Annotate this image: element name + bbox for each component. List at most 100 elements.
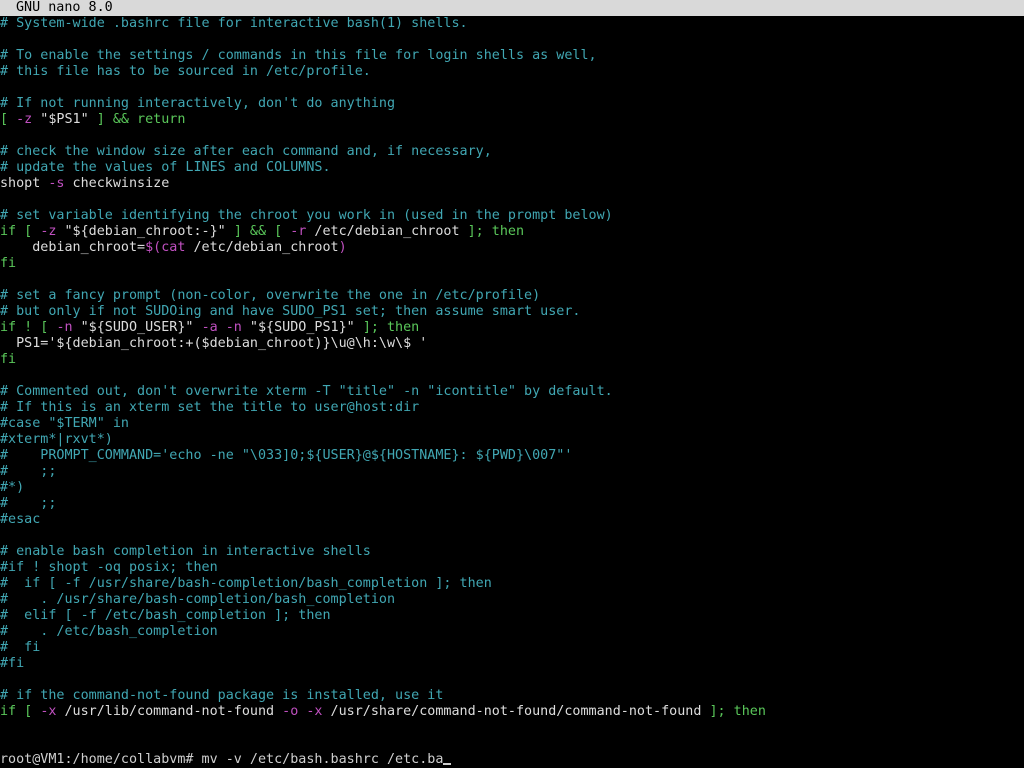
code-token: # enable bash completion in interactive …: [0, 544, 371, 559]
code-token: /usr/share/command-not-found/command-not…: [322, 704, 710, 719]
shell-prompt-line[interactable]: root@VM1:/home/collabvm# mv -v /etc/bash…: [0, 752, 452, 768]
code-token: shopt: [0, 176, 49, 191]
editor-line[interactable]: # To enable the settings / commands in t…: [0, 48, 1024, 64]
file-name: /etc/bash.bashrc: [447, 32, 577, 47]
nano-version: GNU nano 8.0: [16, 0, 113, 15]
editor-buffer[interactable]: # System-wide .bashrc file for interacti…: [0, 16, 1024, 720]
editor-line[interactable]: # check the window size after each comma…: [0, 144, 1024, 160]
editor-line[interactable]: shopt -s checkwinsize: [0, 176, 1024, 192]
code-token: # fi: [0, 640, 41, 655]
editor-line[interactable]: # update the values of LINES and COLUMNS…: [0, 160, 1024, 176]
code-token: -r: [290, 224, 307, 239]
editor-line[interactable]: # If not running interactively, don't do…: [0, 96, 1024, 112]
editor-line[interactable]: # If this is an xterm set the title to u…: [0, 400, 1024, 416]
editor-line[interactable]: debian_chroot=$(cat /etc/debian_chroot): [0, 240, 1024, 256]
editor-line[interactable]: # this file has to be sourced in /etc/pr…: [0, 64, 1024, 80]
code-token: [: [0, 112, 17, 127]
editor-line[interactable]: [0, 368, 1024, 384]
code-token: -z: [16, 112, 33, 127]
code-token: #xterm*|rxvt*): [0, 432, 113, 447]
code-token: #if ! shopt -oq posix; then: [0, 560, 218, 575]
code-token: /usr/lib/command-not-found: [56, 704, 283, 719]
code-token: /etc/debian_chroot: [185, 240, 339, 255]
code-token: # set variable identifying the chroot yo…: [0, 208, 613, 223]
code-token: # set a fancy prompt (non-color, overwri…: [0, 288, 541, 303]
code-token: if [: [0, 704, 41, 719]
code-token: -s: [48, 176, 65, 191]
code-token: ] && [: [233, 224, 291, 239]
editor-line[interactable]: # set a fancy prompt (non-color, overwri…: [0, 288, 1024, 304]
editor-line[interactable]: # fi: [0, 640, 1024, 656]
code-token: ]; then: [362, 320, 420, 335]
code-token: # . /usr/share/bash-completion/bash_comp…: [0, 592, 396, 607]
editor-line[interactable]: #xterm*|rxvt*): [0, 432, 1024, 448]
editor-line[interactable]: # if the command-not-found package is in…: [0, 688, 1024, 704]
code-token: -o -x: [282, 704, 323, 719]
code-token: # ;;: [0, 496, 57, 511]
editor-line[interactable]: [0, 128, 1024, 144]
editor-line[interactable]: # Commented out, don't overwrite xterm -…: [0, 384, 1024, 400]
editor-line[interactable]: # . /etc/bash_completion: [0, 624, 1024, 640]
editor-line[interactable]: [0, 528, 1024, 544]
code-token: "$PS1": [32, 112, 97, 127]
editor-line[interactable]: # but only if not SUDOing and have SUDO_…: [0, 304, 1024, 320]
editor-line[interactable]: # ;;: [0, 464, 1024, 480]
code-token: ]; then: [709, 704, 766, 719]
editor-line[interactable]: #if ! shopt -oq posix; then: [0, 560, 1024, 576]
code-token: # PROMPT_COMMAND='echo -ne "\033]0;${USE…: [0, 448, 573, 463]
code-token: /etc/debian_chroot: [306, 224, 468, 239]
code-token: ]; then: [467, 224, 525, 239]
editor-line[interactable]: # set variable identifying the chroot yo…: [0, 208, 1024, 224]
editor-line[interactable]: #esac: [0, 512, 1024, 528]
editor-line[interactable]: [0, 192, 1024, 208]
editor-line[interactable]: # PROMPT_COMMAND='echo -ne "\033]0;${USE…: [0, 448, 1024, 464]
editor-line[interactable]: [0, 80, 1024, 96]
code-token: if ! [: [0, 320, 57, 335]
editor-line[interactable]: PS1='${debian_chroot:+($debian_chroot)}\…: [0, 336, 1024, 352]
code-token: # . /etc/bash_completion: [0, 624, 218, 639]
editor-line[interactable]: [0, 272, 1024, 288]
editor-line[interactable]: # enable bash completion in interactive …: [0, 544, 1024, 560]
editor-line[interactable]: if [ -z "${debian_chroot:-}" ] && [ -r /…: [0, 224, 1024, 240]
editor-line[interactable]: # ;;: [0, 496, 1024, 512]
editor-line[interactable]: fi: [0, 256, 1024, 272]
code-token: $(cat: [145, 240, 186, 255]
text-cursor: [443, 763, 452, 765]
code-token: PS1='${debian_chroot:+($debian_chroot)}\…: [0, 336, 428, 351]
code-token: #case "$TERM" in: [0, 416, 129, 431]
code-token: # System-wide .bashrc file for interacti…: [0, 16, 468, 31]
code-token: # ;;: [0, 464, 57, 479]
editor-line[interactable]: [ -z "$PS1" ] && return: [0, 112, 1024, 128]
editor-line[interactable]: [0, 672, 1024, 688]
code-token: # update the values of LINES and COLUMNS…: [0, 160, 331, 175]
code-token: -z: [40, 224, 57, 239]
editor-line[interactable]: #*): [0, 480, 1024, 496]
editor-line[interactable]: #fi: [0, 656, 1024, 672]
editor-line[interactable]: # . /usr/share/bash-completion/bash_comp…: [0, 592, 1024, 608]
editor-line[interactable]: if ! [ -n "${SUDO_USER}" -a -n "${SUDO_P…: [0, 320, 1024, 336]
editor-line[interactable]: #case "$TERM" in: [0, 416, 1024, 432]
code-token: if [: [0, 224, 41, 239]
code-token: #*): [0, 480, 25, 495]
shell-prompt-text: root@VM1:/home/collabvm# mv -v /etc/bash…: [0, 752, 444, 767]
code-token: # If this is an xterm set the title to u…: [0, 400, 420, 415]
code-token: # if [ -f /usr/share/bash-completion/bas…: [0, 576, 492, 591]
code-token: # if the command-not-found package is in…: [0, 688, 444, 703]
code-token: # check the window size after each comma…: [0, 144, 492, 159]
code-token: ): [338, 240, 347, 255]
code-token: checkwinsize: [64, 176, 170, 191]
editor-line[interactable]: # if [ -f /usr/share/bash-completion/bas…: [0, 576, 1024, 592]
code-token: # To enable the settings / commands in t…: [0, 48, 597, 63]
nano-titlebar: GNU nano 8.0 /etc/bash.bashrc: [0, 0, 1024, 47]
code-token: -x: [40, 704, 57, 719]
editor-line[interactable]: if [ -x /usr/lib/command-not-found -o -x…: [0, 704, 1024, 720]
code-token: -a -n: [201, 320, 242, 335]
code-token: "${debian_chroot:-}": [56, 224, 234, 239]
editor-line[interactable]: fi: [0, 352, 1024, 368]
code-token: ] && return: [96, 112, 186, 127]
code-token: #esac: [0, 512, 41, 527]
code-token: # If not running interactively, don't do…: [0, 96, 396, 111]
editor-line[interactable]: # elif [ -f /etc/bash_completion ]; then: [0, 608, 1024, 624]
code-token: # but only if not SUDOing and have SUDO_…: [0, 304, 581, 319]
editor-line[interactable]: # System-wide .bashrc file for interacti…: [0, 16, 1024, 32]
